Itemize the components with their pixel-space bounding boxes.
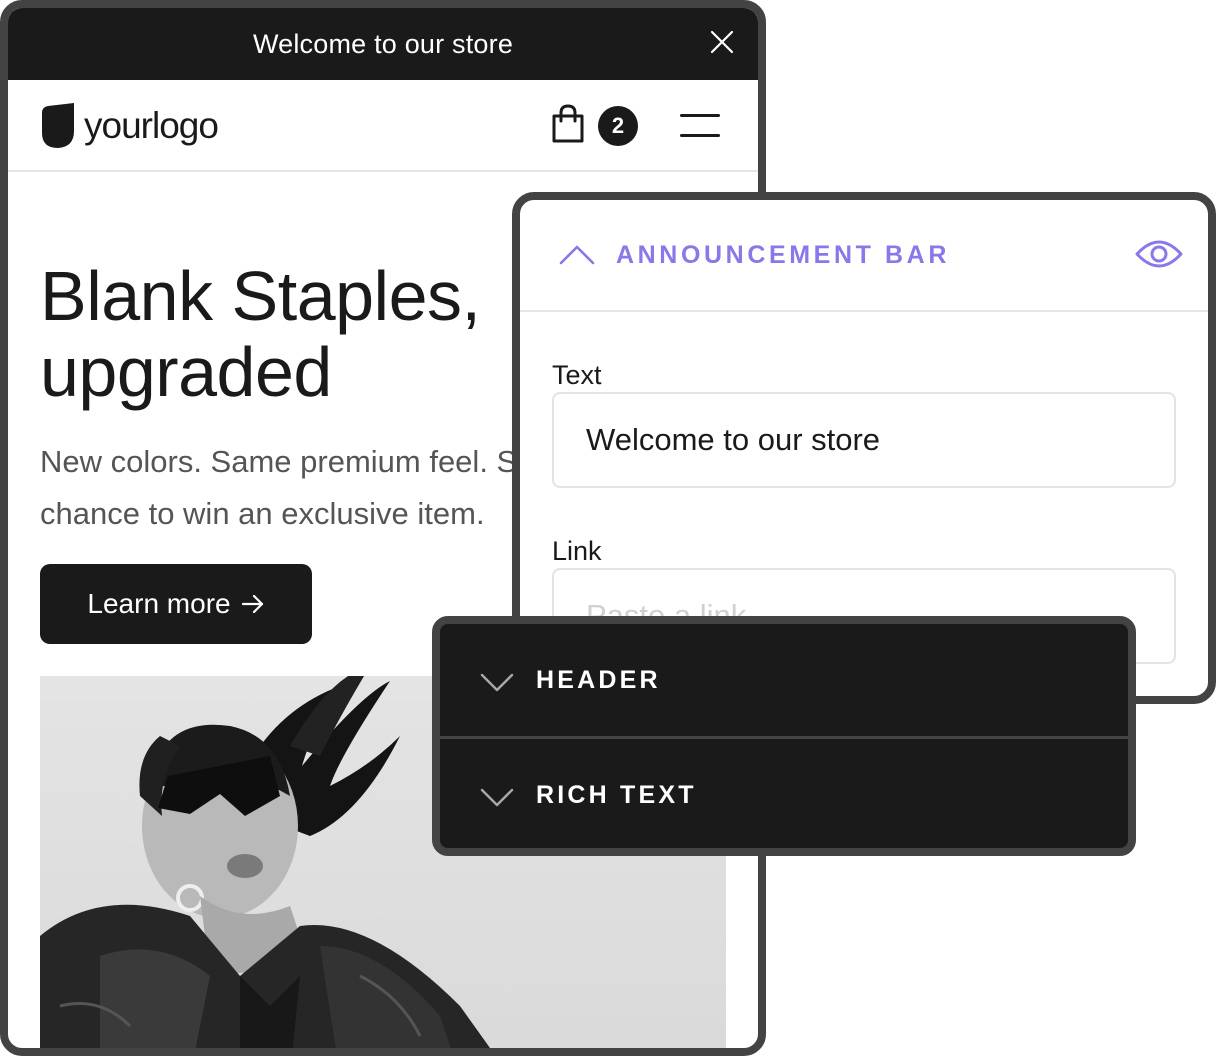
arrow-right-icon	[241, 594, 263, 614]
chevron-down-icon	[480, 673, 514, 692]
shield-logo-icon	[42, 103, 74, 148]
sections-list: HEADER RICH TEXT	[432, 616, 1136, 856]
learn-more-label: Learn more	[87, 588, 231, 619]
announcement-text: Welcome to our store	[252, 28, 514, 59]
text-field-label: Text	[552, 360, 602, 390]
announcement-bar: Welcome to our store	[8, 8, 758, 80]
store-header: yourlogo 2	[8, 80, 758, 172]
chevron-up-icon[interactable]	[558, 242, 596, 266]
section-row-header[interactable]: HEADER	[440, 624, 1128, 736]
cart-count-badge: 2	[598, 106, 638, 146]
logo-text: yourlogo	[84, 105, 219, 146]
text-field-input[interactable]	[552, 392, 1176, 488]
learn-more-button[interactable]: Learn more	[40, 564, 312, 644]
section-label-rich-text: RICH TEXT	[536, 781, 697, 809]
hero-title-line-2: upgraded	[40, 333, 332, 411]
hamburger-menu-icon[interactable]	[680, 112, 720, 138]
chevron-down-icon	[480, 788, 514, 807]
shopping-bag-icon[interactable]	[550, 104, 586, 144]
eye-icon[interactable]	[1134, 236, 1184, 272]
store-logo[interactable]: yourlogo	[40, 103, 219, 149]
editor-section-title: ANNOUNCEMENT BAR	[616, 241, 950, 269]
editor-section-header[interactable]: ANNOUNCEMENT BAR	[520, 200, 1208, 312]
section-row-rich-text[interactable]: RICH TEXT	[440, 736, 1128, 848]
hero-title-line-1: Blank Staples,	[40, 257, 481, 335]
link-field-label: Link	[552, 536, 602, 566]
section-label-header: HEADER	[536, 666, 661, 694]
close-icon[interactable]	[708, 28, 736, 56]
